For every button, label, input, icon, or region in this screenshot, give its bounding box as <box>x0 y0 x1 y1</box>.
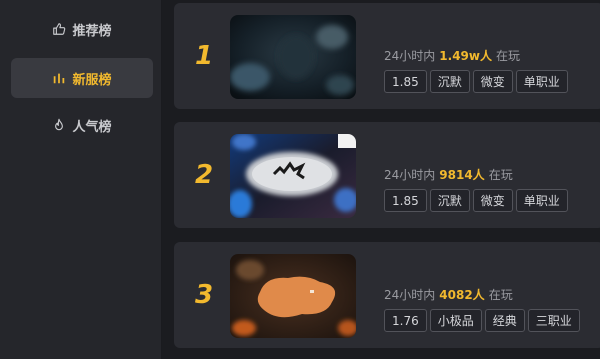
tag: 1.85 <box>384 189 427 212</box>
online-prefix: 24小时内 <box>384 49 436 63</box>
tag: 单职业 <box>515 70 568 93</box>
sidebar-item-label: 推荐榜 <box>72 23 112 39</box>
tag: 微变 <box>472 70 513 93</box>
players-online: 24小时内 4082人 在玩 <box>384 286 513 303</box>
thumbs-up-icon <box>52 22 66 36</box>
sidebar-item-recommend[interactable]: 推荐榜 <box>11 9 153 49</box>
game-thumbnail <box>230 15 356 99</box>
tag: 沉默 <box>429 70 470 93</box>
players-online: 24小时内 9814人 在玩 <box>384 166 513 183</box>
online-prefix: 24小时内 <box>384 168 436 182</box>
online-suffix: 在玩 <box>488 168 513 182</box>
sidebar-item-popular[interactable]: 人气榜 <box>11 105 153 145</box>
sidebar-item-new-server[interactable]: 新服榜 <box>11 58 153 98</box>
rank-number: 2 <box>194 160 214 190</box>
game-card[interactable]: 1 24小时内 1.49w人 在玩 1.85 沉默 微变 单职业 <box>174 3 600 109</box>
rank-number: 3 <box>194 280 214 310</box>
tag: 1.76 <box>384 309 427 332</box>
tag: 三职业 <box>527 309 580 332</box>
flame-icon <box>52 118 66 132</box>
tag: 1.85 <box>384 70 427 93</box>
tag: 单职业 <box>515 189 568 212</box>
game-thumbnail <box>230 134 356 218</box>
player-count: 4082人 <box>439 288 485 302</box>
online-prefix: 24小时内 <box>384 288 436 302</box>
game-card[interactable]: 3 24小时内 4082人 在玩 1.76 小极品 经典 三职业 <box>174 242 600 348</box>
bar-chart-icon <box>52 71 66 85</box>
tag-list: 1.85 沉默 微变 单职业 <box>384 70 568 93</box>
online-suffix: 在玩 <box>488 288 513 302</box>
online-suffix: 在玩 <box>495 49 520 63</box>
tag: 经典 <box>484 309 525 332</box>
tag: 沉默 <box>429 189 470 212</box>
tag-list: 1.76 小极品 经典 三职业 <box>384 309 580 332</box>
sidebar-item-label: 新服榜 <box>72 72 112 88</box>
sidebar-item-label: 人气榜 <box>72 119 112 135</box>
players-online: 24小时内 1.49w人 在玩 <box>384 47 520 64</box>
game-card[interactable]: 2 24小时内 9814人 在玩 1.85 沉默 微变 单职业 <box>174 122 600 228</box>
sidebar: 推荐榜 新服榜 人气榜 <box>0 0 162 359</box>
game-thumbnail <box>230 254 356 338</box>
tag: 小极品 <box>429 309 482 332</box>
rank-number: 1 <box>194 41 214 71</box>
player-count: 9814人 <box>439 168 485 182</box>
player-count: 1.49w人 <box>439 49 492 63</box>
tag-list: 1.85 沉默 微变 单职业 <box>384 189 568 212</box>
ranking-list: 1 24小时内 1.49w人 在玩 1.85 沉默 微变 单职业 2 24小时内… <box>162 0 600 359</box>
tag: 微变 <box>472 189 513 212</box>
